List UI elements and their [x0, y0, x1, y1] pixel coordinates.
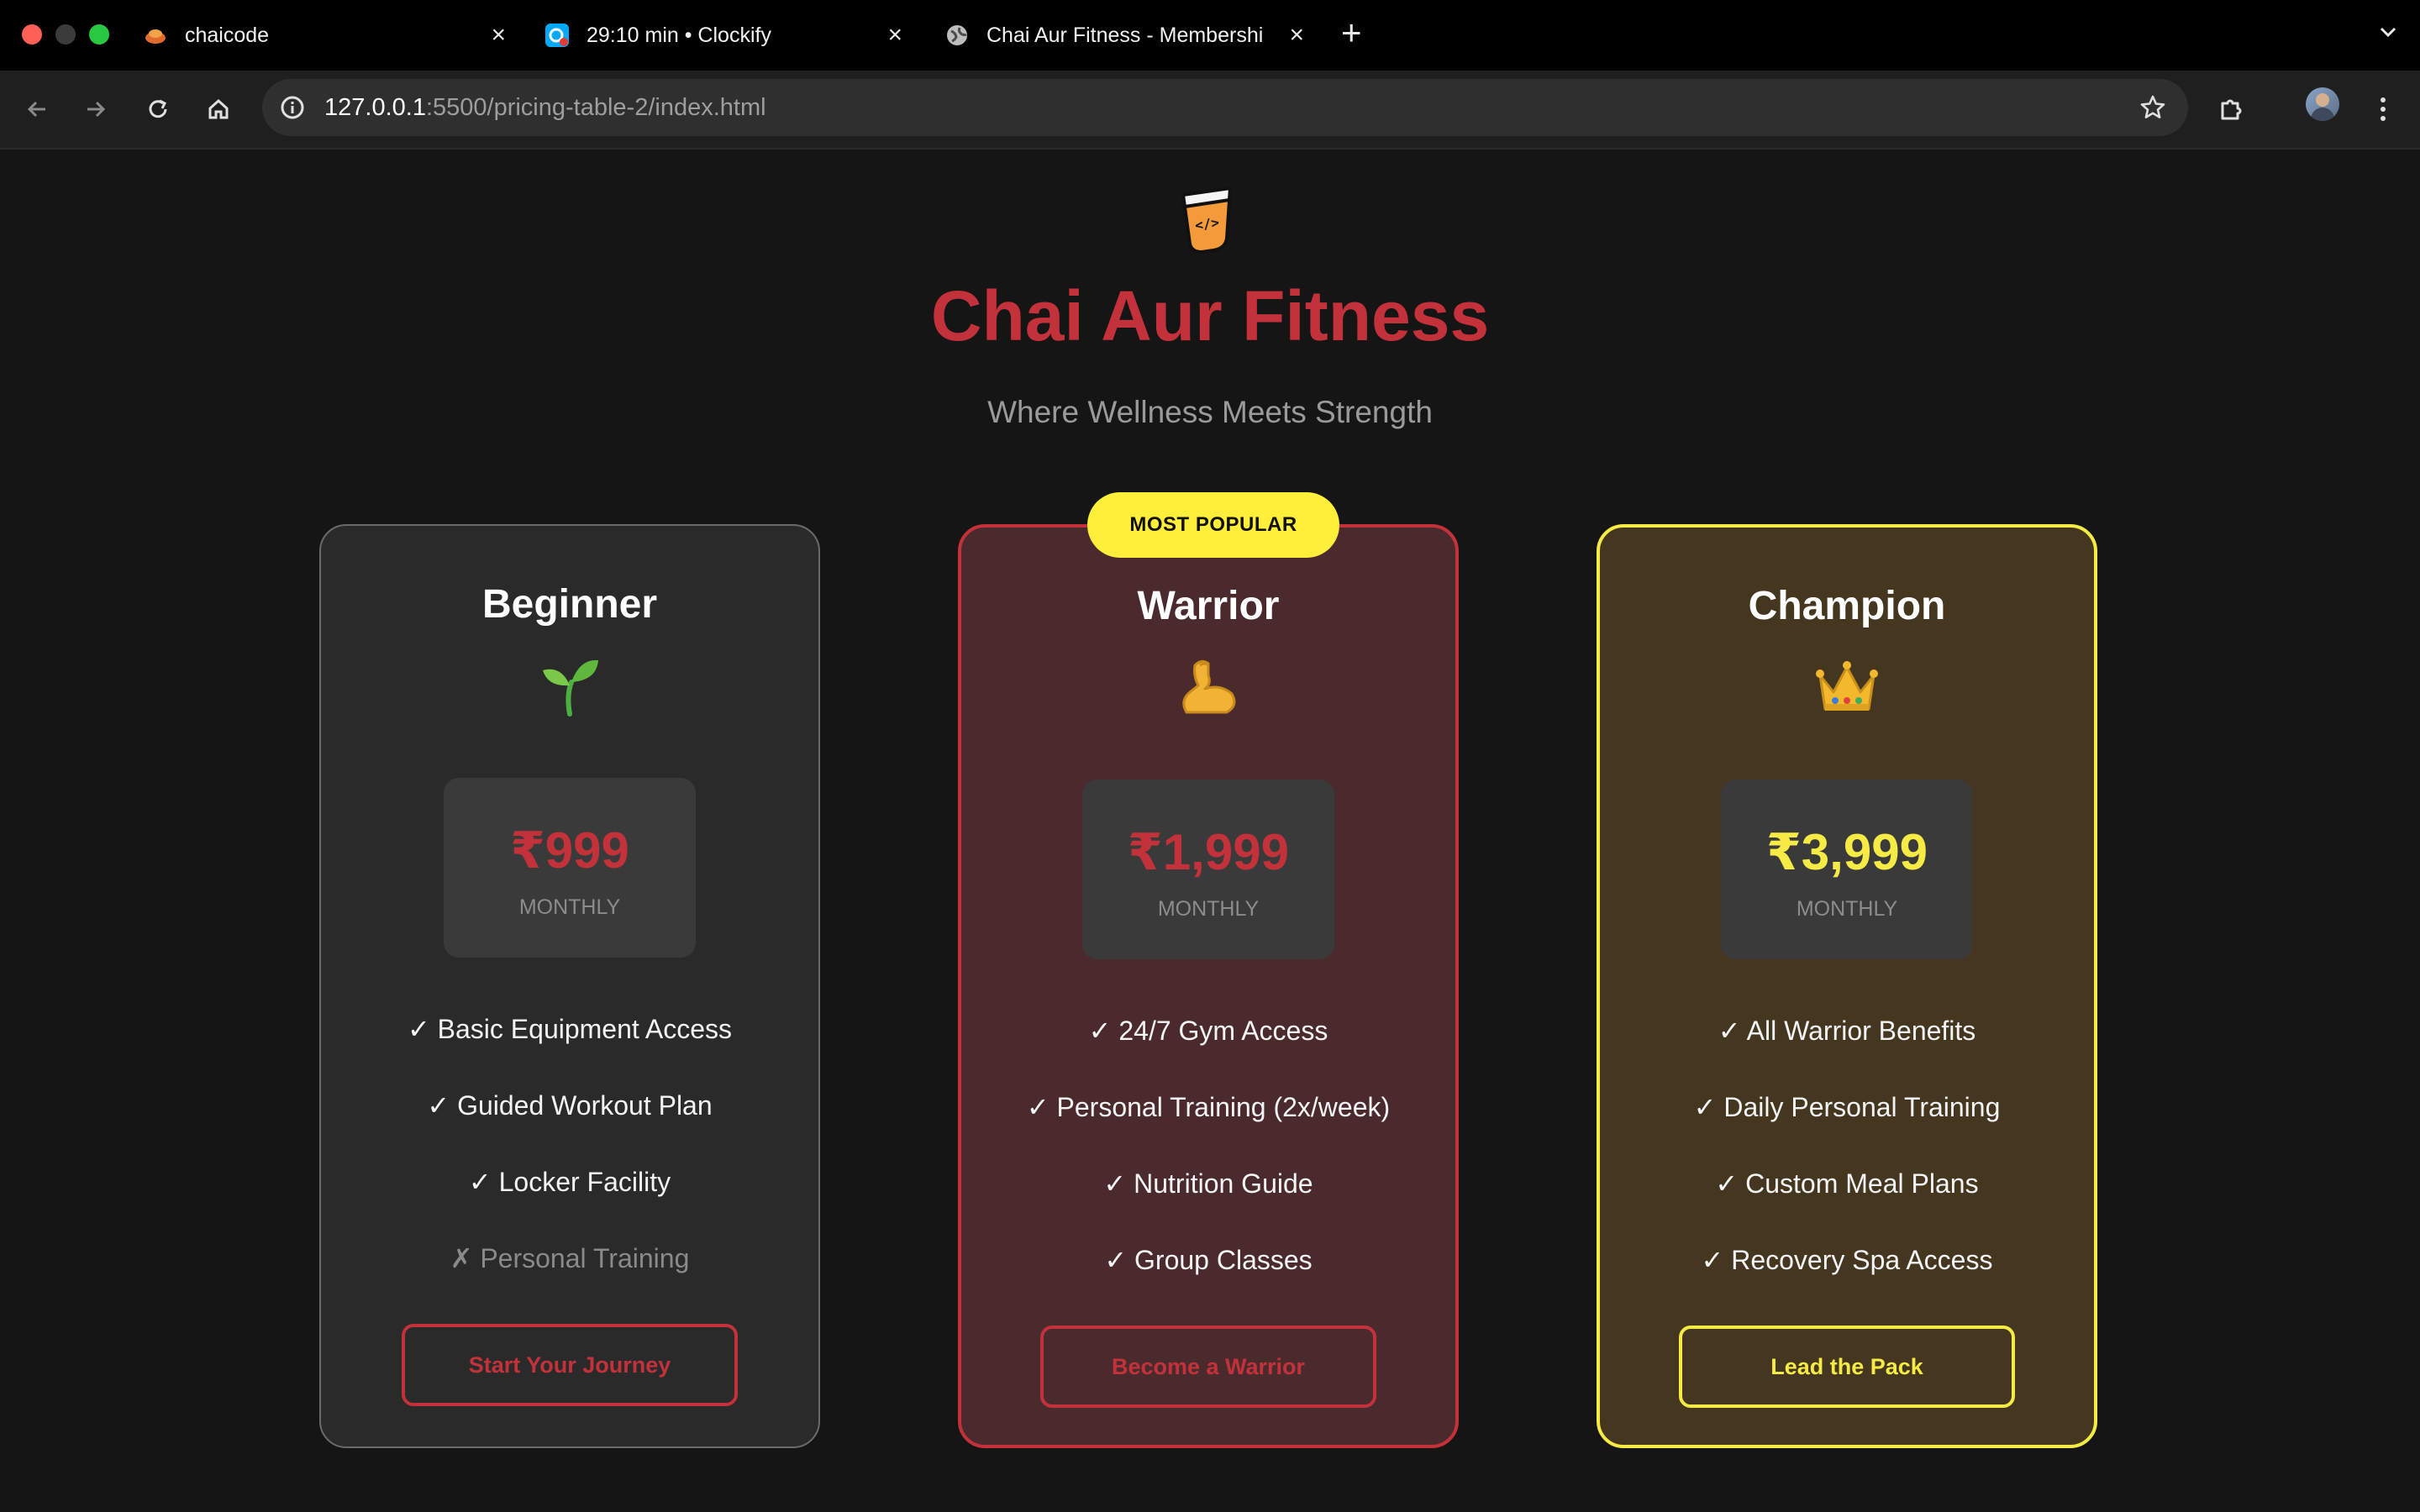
tab-chai-aur-fitness[interactable]: Chai Aur Fitness - Membershi × [944, 10, 1304, 60]
pricing-page: </> Chai Aur Fitness Where Wellness Meet… [0, 148, 2420, 1512]
page-title: Chai Aur Fitness [930, 276, 1490, 355]
seedling-icon [543, 659, 598, 717]
plan-card-warrior: Warrior ₹1,999 MONTHLY ✓ 24/7 Gym Access… [958, 524, 1459, 1448]
start-your-journey-button[interactable]: Start Your Journey [402, 1324, 738, 1406]
svg-text:</>: </> [1194, 214, 1220, 234]
feature-item: ✓ Personal Training (2x/week) [1026, 1092, 1391, 1122]
price-box: ₹3,999 MONTHLY [1721, 780, 1973, 959]
plan-price: ₹1,999 [1128, 824, 1289, 880]
close-window-button[interactable] [22, 24, 42, 45]
plan-name: Champion [1748, 584, 1946, 628]
more-menu-icon[interactable] [2366, 92, 2400, 126]
feature-item: ✓ Nutrition Guide [1103, 1168, 1313, 1199]
feature-item: ✓ Daily Personal Training [1693, 1092, 2001, 1122]
feature-item-excluded: ✗ Personal Training [450, 1243, 690, 1273]
url-path: :5500/pricing-table-2/index.html [425, 94, 766, 121]
feature-item: ✓ Guided Workout Plan [427, 1090, 713, 1121]
plan-period: MONTHLY [518, 895, 621, 919]
price-box: ₹1,999 MONTHLY [1082, 780, 1334, 959]
feature-item: ✓ Custom Meal Plans [1715, 1168, 1979, 1199]
plan-card-champion: Champion ₹3,999 MONTHLY ✓ All Warrior Be… [1597, 524, 2097, 1448]
browser-tab-bar: chaicode × 29:10 min • Clockify × Chai A… [0, 0, 2420, 71]
tab-title: chaicode [185, 23, 270, 47]
url-text[interactable]: 127.0.0.1:5500/pricing-table-2/index.htm… [324, 94, 766, 122]
crown-icon [1816, 661, 1878, 711]
plan-period: MONTHLY [1157, 897, 1260, 921]
close-tab-icon[interactable]: × [887, 21, 902, 50]
feature-item: ✓ Recovery Spa Access [1701, 1245, 1993, 1275]
feature-item: ✓ 24/7 Gym Access [1088, 1016, 1328, 1046]
plan-price: ₹999 [510, 822, 629, 879]
feature-item: ✓ Basic Equipment Access [407, 1014, 733, 1044]
extensions-puzzle-icon[interactable] [2215, 92, 2249, 126]
bookmark-star-icon[interactable] [2136, 91, 2170, 129]
most-popular-badge: MOST POPULAR [1087, 492, 1339, 558]
site-info-icon[interactable] [276, 91, 309, 129]
feature-item: ✓ All Warrior Benefits [1718, 1016, 1976, 1046]
profile-avatar[interactable] [2306, 87, 2339, 121]
feature-item: ✓ Locker Facility [468, 1167, 671, 1197]
address-bar[interactable]: 127.0.0.1:5500/pricing-table-2/index.htm… [262, 79, 2188, 136]
become-a-warrior-button[interactable]: Become a Warrior [1040, 1326, 1376, 1408]
flexed-biceps-icon [1182, 659, 1236, 714]
clockify-favicon-icon [544, 23, 570, 48]
chai-cup-code-logo-icon: </> [1181, 186, 1232, 254]
tab-title: 29:10 min • Clockify [587, 23, 771, 47]
maximize-window-button[interactable] [89, 24, 109, 45]
globe-icon [944, 23, 970, 48]
feature-list: ✓ All Warrior Benefits ✓ Daily Personal … [1600, 1015, 2094, 1320]
close-tab-icon[interactable]: × [491, 21, 506, 50]
url-host: 127.0.0.1 [324, 94, 426, 121]
forward-arrow-icon[interactable] [79, 92, 113, 126]
tab-title: Chai Aur Fitness - Membershi [986, 23, 1264, 47]
close-tab-icon[interactable]: × [1289, 21, 1304, 50]
plan-card-beginner: Beginner ₹999 MONTHLY ✓ Basic Equipment … [319, 524, 820, 1448]
price-box: ₹999 MONTHLY [444, 778, 696, 958]
plan-period: MONTHLY [1796, 897, 1898, 921]
chaicode-favicon-icon [143, 23, 168, 48]
home-icon[interactable] [202, 92, 235, 126]
page-tagline: Where Wellness Meets Strength [987, 395, 1433, 429]
feature-list: ✓ 24/7 Gym Access ✓ Personal Training (2… [961, 1015, 1455, 1320]
tab-clockify[interactable]: 29:10 min • Clockify × [544, 10, 902, 60]
back-arrow-icon[interactable] [20, 92, 54, 126]
new-tab-button[interactable]: + [1341, 15, 1362, 50]
feature-item: ✓ Group Classes [1104, 1245, 1313, 1275]
minimize-window-button[interactable] [55, 24, 76, 45]
lead-the-pack-button[interactable]: Lead the Pack [1679, 1326, 2015, 1408]
reload-icon[interactable] [141, 92, 175, 126]
plan-name: Warrior [1137, 584, 1280, 628]
tab-chaicode[interactable]: chaicode × [143, 10, 506, 60]
feature-list: ✓ Basic Equipment Access ✓ Guided Workou… [321, 1013, 818, 1319]
plan-price: ₹3,999 [1766, 824, 1928, 880]
browser-toolbar: 127.0.0.1:5500/pricing-table-2/index.htm… [0, 71, 2420, 150]
tab-search-chevron-icon[interactable] [2375, 18, 2402, 50]
plan-name: Beginner [481, 582, 658, 627]
